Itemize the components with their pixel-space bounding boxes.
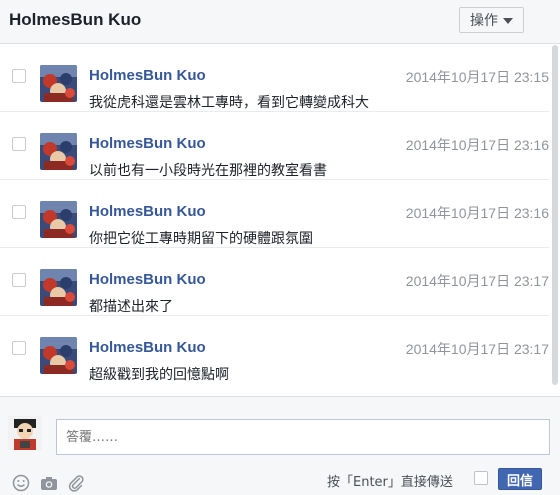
enter-to-send-checkbox[interactable] xyxy=(474,471,488,485)
chevron-down-icon xyxy=(503,18,513,24)
message-item: HolmesBun Kuo 2014年10月17日 23:16 你把它從工專時期… xyxy=(0,180,549,248)
actions-dropdown-button[interactable]: 操作 xyxy=(459,7,524,33)
sender-name[interactable]: HolmesBun Kuo xyxy=(89,135,206,152)
paperclip-icon[interactable] xyxy=(67,474,85,492)
scrollbar-thumb[interactable] xyxy=(552,45,558,385)
sender-name[interactable]: HolmesBun Kuo xyxy=(89,271,206,288)
message-text: 都描述出來了 xyxy=(89,299,173,315)
sender-name[interactable]: HolmesBun Kuo xyxy=(89,339,206,356)
camera-icon[interactable] xyxy=(40,474,58,492)
message-item: HolmesBun Kuo 2014年10月17日 23:17 超級戳到我的回憶… xyxy=(0,316,549,384)
message-checkbox[interactable] xyxy=(12,273,26,287)
emoji-icon[interactable] xyxy=(12,474,30,492)
message-timestamp: 2014年10月17日 23:17 xyxy=(405,341,549,357)
enter-to-send-label: 按「Enter」直接傳送 xyxy=(327,475,453,490)
avatar[interactable] xyxy=(40,201,77,238)
reply-button[interactable]: 回信 xyxy=(498,468,542,490)
actions-label: 操作 xyxy=(470,13,498,29)
message-checkbox[interactable] xyxy=(12,69,26,83)
conversation-header: HolmesBun Kuo 操作 xyxy=(0,0,560,44)
message-checkbox[interactable] xyxy=(12,341,26,355)
message-text: 你把它從工專時期留下的硬體跟氛圍 xyxy=(89,231,313,247)
avatar[interactable] xyxy=(40,133,77,170)
message-timestamp: 2014年10月17日 23:17 xyxy=(405,273,549,289)
message-timestamp: 2014年10月17日 23:16 xyxy=(405,205,549,221)
avatar[interactable] xyxy=(40,65,77,102)
message-checkbox[interactable] xyxy=(12,205,26,219)
message-item: HolmesBun Kuo 2014年10月17日 23:17 都描述出來了 xyxy=(0,248,549,316)
sender-name[interactable]: HolmesBun Kuo xyxy=(89,203,206,220)
conversation-title: HolmesBun Kuo xyxy=(9,10,142,29)
avatar[interactable] xyxy=(40,269,77,306)
message-timestamp: 2014年10月17日 23:15 xyxy=(405,69,549,85)
sender-name[interactable]: HolmesBun Kuo xyxy=(89,67,206,84)
message-text: 我從虎科還是雲林工專時，看到它轉變成科大 xyxy=(89,95,369,111)
message-checkbox[interactable] xyxy=(12,137,26,151)
reply-input[interactable] xyxy=(56,419,550,455)
reply-composer: 按「Enter」直接傳送 回信 xyxy=(0,396,560,495)
message-scrollbar[interactable] xyxy=(549,44,560,396)
my-avatar xyxy=(8,416,42,450)
message-item: HolmesBun Kuo 2014年10月17日 23:15 我從虎科還是雲林… xyxy=(0,44,549,112)
message-item: HolmesBun Kuo 2014年10月17日 23:16 以前也有一小段時… xyxy=(0,112,549,180)
message-timestamp: 2014年10月17日 23:16 xyxy=(405,137,549,153)
message-list: HolmesBun Kuo 2014年10月17日 23:15 我從虎科還是雲林… xyxy=(0,44,549,396)
message-text: 超級戳到我的回憶點啊 xyxy=(89,367,229,383)
avatar[interactable] xyxy=(40,337,77,374)
message-text: 以前也有一小段時光在那裡的教室看書 xyxy=(89,163,327,179)
